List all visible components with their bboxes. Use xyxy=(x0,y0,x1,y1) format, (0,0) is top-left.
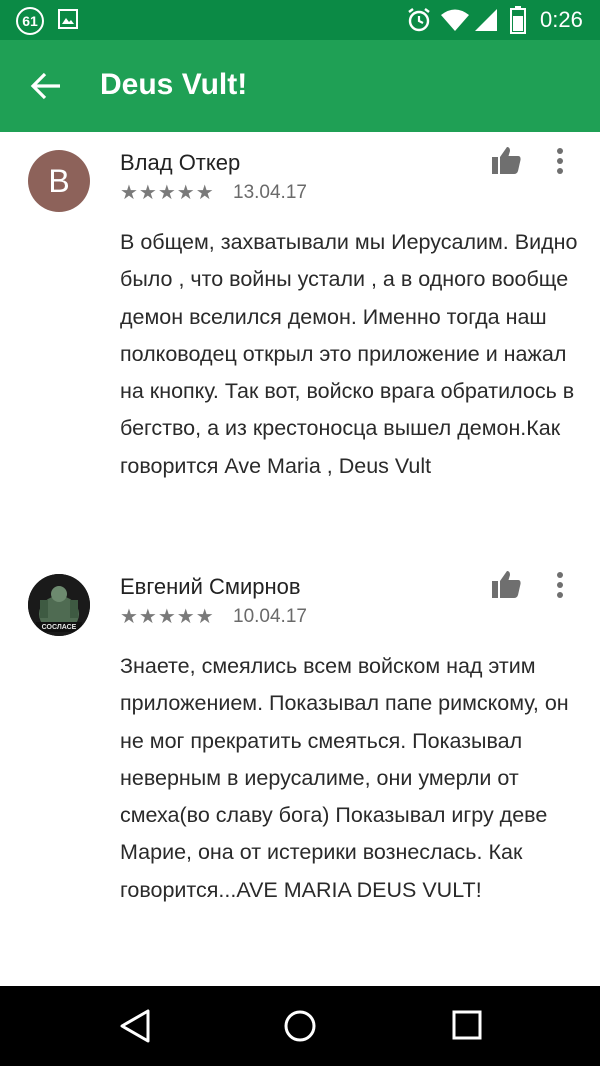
review-author: Евгений Смирнов xyxy=(120,574,301,599)
more-options-icon[interactable] xyxy=(550,146,570,176)
review-item: B Влад Откер ★★★★★ 13.04.17 В общем, зах… xyxy=(0,132,600,552)
thumbs-up-icon[interactable] xyxy=(490,568,522,600)
clock-time: 0:26 xyxy=(540,7,583,32)
rating-stars: ★★★★★ xyxy=(120,606,215,628)
home-icon[interactable] xyxy=(283,1009,317,1043)
review-date: 13.04.17 xyxy=(233,182,307,203)
review-date: 10.04.17 xyxy=(233,606,307,627)
review-item: СОСЛАСЕ Евгений Смирнов ★★★★★ 10.04.17 З… xyxy=(0,556,600,976)
avatar-caption: СОСЛАСЕ xyxy=(41,624,77,631)
battery-icon xyxy=(510,6,526,34)
rating-stars: ★★★★★ xyxy=(120,182,215,204)
signal-icon xyxy=(475,9,497,31)
page-title: Deus Vult! xyxy=(100,68,248,101)
more-options-icon[interactable] xyxy=(550,570,570,600)
image-icon xyxy=(58,9,78,29)
avatar: СОСЛАСЕ xyxy=(28,574,90,636)
review-text: Знаете, смеялись всем войском над этим п… xyxy=(120,654,569,902)
review-text: В общем, захватывали мы Иерусалим. Видно… xyxy=(120,230,578,478)
recents-icon[interactable] xyxy=(452,1010,482,1040)
review-author: Влад Откер xyxy=(120,150,241,175)
alarm-icon xyxy=(408,8,430,32)
back-arrow-icon[interactable] xyxy=(28,68,64,104)
back-icon[interactable] xyxy=(118,1008,152,1044)
navigation-bar xyxy=(0,986,600,1066)
wifi-icon xyxy=(441,9,469,31)
notification-count-badge: 61 xyxy=(16,7,44,35)
app-bar: Deus Vult! xyxy=(0,40,600,132)
avatar: B xyxy=(28,150,90,212)
thumbs-up-icon[interactable] xyxy=(490,144,522,176)
status-bar: 61 0:26 xyxy=(0,0,600,40)
